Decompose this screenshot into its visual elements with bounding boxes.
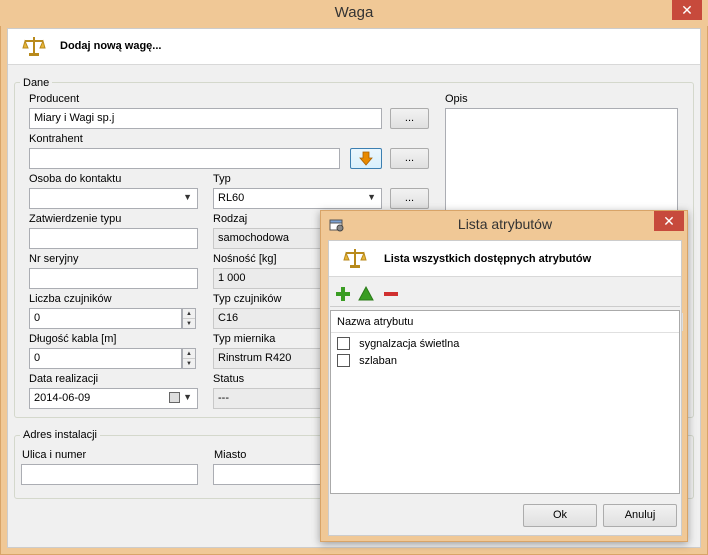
liczba-czujnikow-spinner[interactable]: ▲ ▼: [182, 308, 196, 329]
miasto-label: Miasto: [214, 449, 247, 461]
attributes-list[interactable]: Nazwa atrybutu sygnalzacja świetlna szla…: [330, 310, 683, 494]
dialog-header-title: Lista wszystkich dostępnych atrybutów: [384, 253, 592, 265]
chevron-down-icon: ▼: [183, 392, 192, 402]
nr-seryjny-input[interactable]: [29, 268, 198, 289]
chevron-down-icon: ▼: [183, 192, 192, 202]
nosnosc-label: Nośność [kg]: [213, 253, 277, 265]
opis-textarea[interactable]: [445, 108, 678, 220]
list-item-label: szlaban: [359, 354, 397, 367]
kontrahent-label: Kontrahent: [29, 133, 83, 145]
producent-input[interactable]: Miary i Wagi sp.j: [29, 108, 382, 129]
main-header: Dodaj nową wagę...: [8, 29, 700, 65]
kontrahent-browse-button[interactable]: ...: [390, 148, 429, 169]
nr-seryjny-label: Nr seryjny: [29, 253, 79, 265]
scale-icon: [343, 249, 367, 268]
dialog-close-button[interactable]: ✕: [654, 211, 684, 231]
ulica-input[interactable]: [21, 464, 198, 485]
zatwierdzenie-label: Zatwierdzenie typu: [29, 213, 122, 225]
rodzaj-label: Rodzaj: [213, 213, 248, 225]
ulica-label: Ulica i numer: [22, 449, 87, 461]
adres-legend: Adres instalacji: [20, 429, 100, 441]
dialog-title: Lista atrybutów: [457, 216, 553, 232]
producent-browse-button[interactable]: ...: [390, 108, 429, 129]
arrow-down-icon: [359, 151, 373, 166]
data-realizacji-value: 2014-06-09: [34, 392, 91, 404]
dlugosc-kabla-label: Długość kabla [m]: [29, 333, 117, 345]
dialog-toolbar: [330, 281, 680, 307]
producent-label: Producent: [29, 93, 80, 105]
osoba-combo[interactable]: ▼: [29, 188, 198, 209]
checkbox[interactable]: [337, 337, 350, 350]
dlugosc-kabla-spinner[interactable]: ▲ ▼: [182, 348, 196, 369]
list-header: Nazwa atrybutu: [331, 311, 683, 333]
ok-button[interactable]: Ok: [523, 504, 597, 527]
kontrahent-input[interactable]: [29, 148, 340, 169]
checkbox[interactable]: [337, 354, 350, 367]
header-title: Dodaj nową wagę...: [60, 40, 162, 52]
calendar-icon[interactable]: [169, 392, 180, 403]
typ-browse-button[interactable]: ...: [390, 188, 429, 209]
liczba-czujnikow-input[interactable]: 0: [29, 308, 182, 329]
remove-icon[interactable]: [382, 285, 400, 303]
add-icon[interactable]: [334, 285, 352, 303]
typ-czujnikow-label: Typ czujników: [213, 293, 282, 305]
attributes-dialog: Lista atrybutów ✕ Lista wszystkich dostę…: [320, 210, 688, 542]
typ-label: Typ: [213, 173, 231, 185]
scale-icon: [22, 37, 46, 56]
main-close-button[interactable]: ✕: [672, 0, 702, 20]
miasto-input[interactable]: [213, 464, 333, 485]
list-item[interactable]: szlaban: [337, 354, 397, 370]
typ-miernika-label: Typ miernika: [213, 333, 276, 345]
dlugosc-kabla-input[interactable]: 0: [29, 348, 182, 369]
opis-label: Opis: [445, 93, 468, 105]
typ-value: RL60: [218, 192, 245, 204]
dialog-header: Lista wszystkich dostępnych atrybutów: [329, 241, 681, 277]
data-realizacji-picker[interactable]: 2014-06-09 ▼: [29, 388, 198, 409]
typ-combo[interactable]: RL60 ▼: [213, 188, 382, 209]
column-header-nazwa[interactable]: Nazwa atrybutu: [337, 316, 413, 328]
liczba-czujnikow-label: Liczba czujników: [29, 293, 112, 305]
kontrahent-import-button[interactable]: [350, 148, 382, 169]
data-realizacji-label: Data realizacji: [29, 373, 99, 385]
status-label: Status: [213, 373, 245, 385]
move-up-icon[interactable]: [357, 285, 375, 303]
zatwierdzenie-input[interactable]: [29, 228, 198, 249]
osoba-label: Osoba do kontaktu: [29, 173, 122, 185]
chevron-down-icon: ▼: [367, 192, 376, 202]
list-item[interactable]: sygnalzacja świetlna: [337, 337, 459, 353]
list-item-label: sygnalzacja świetlna: [359, 337, 460, 350]
window-title: Waga: [334, 4, 374, 21]
dane-legend: Dane: [20, 77, 53, 89]
dialog-client-area: Lista wszystkich dostępnych atrybutów Na…: [328, 240, 683, 536]
column-divider: [682, 313, 683, 331]
cancel-button[interactable]: Anuluj: [603, 504, 677, 527]
